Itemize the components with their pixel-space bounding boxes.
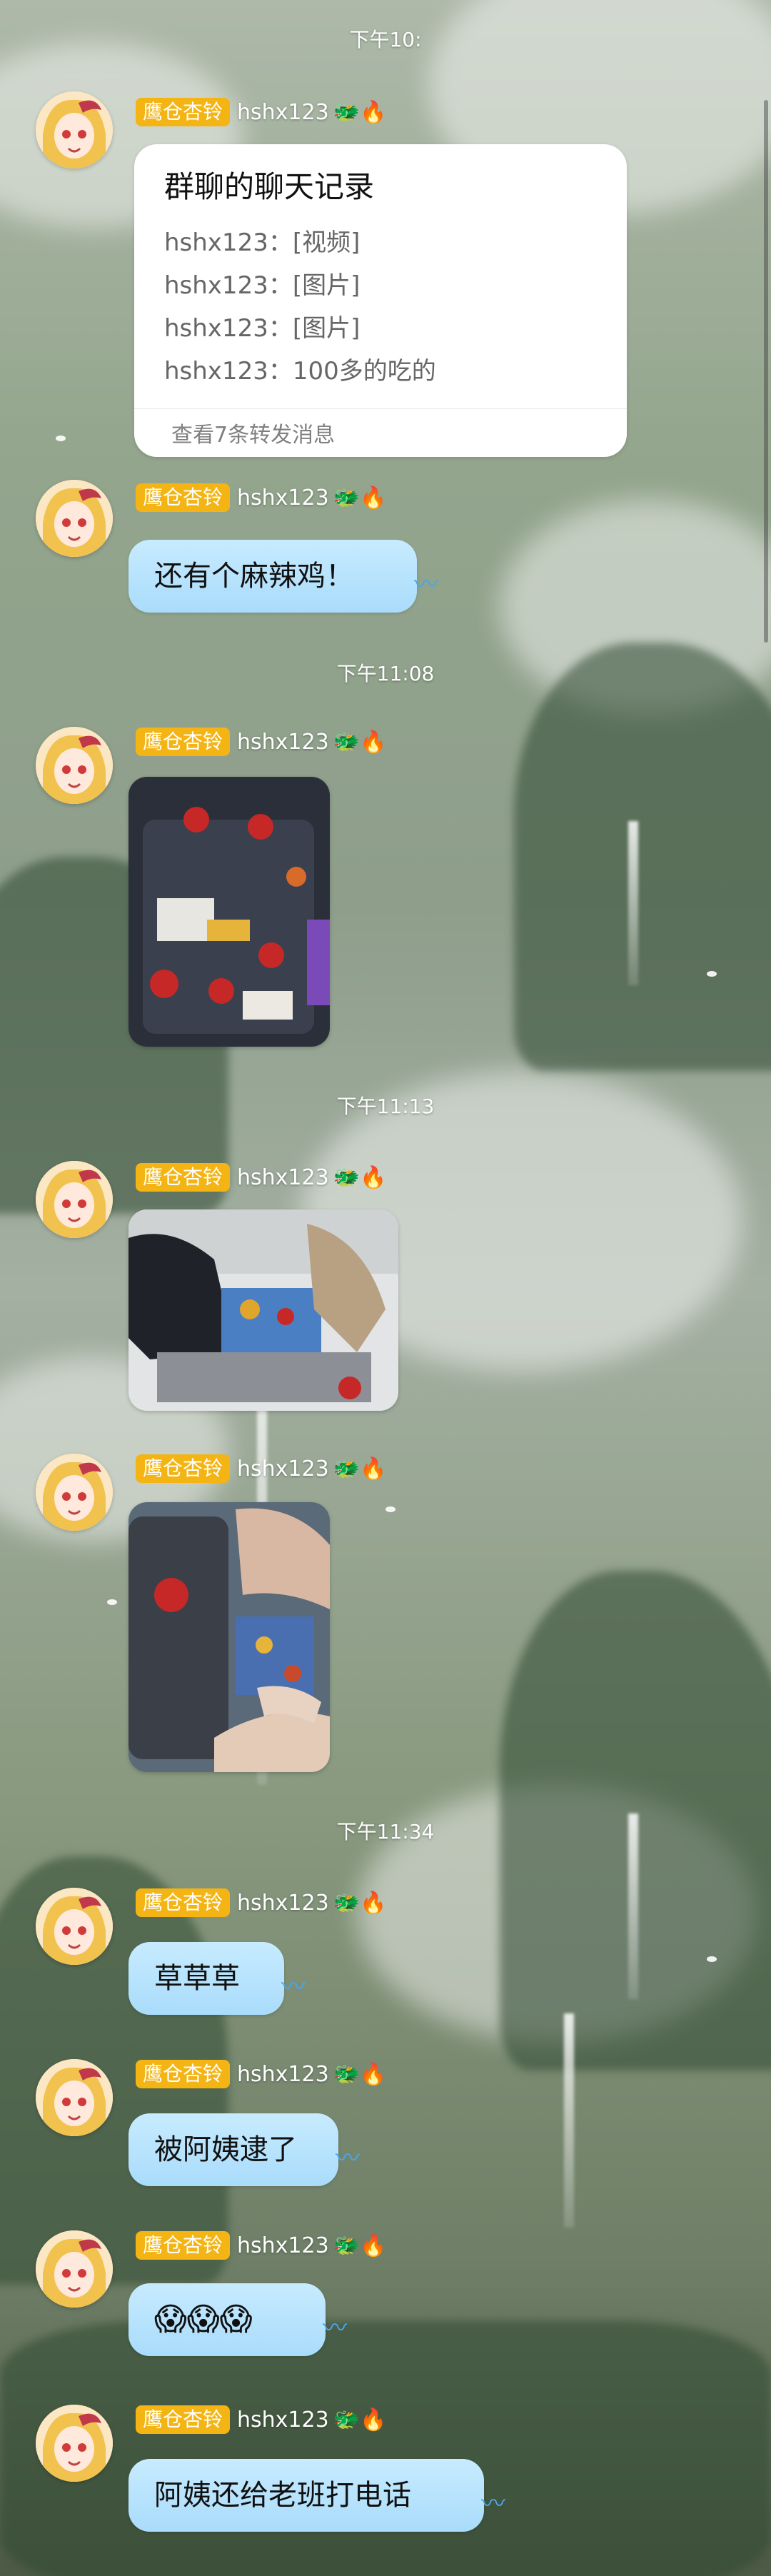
chat-message-list[interactable]: 下午10: 鹰仓杏铃 hshx123 🐲🔥 群聊的聊天记录 hshx123：[视… — [0, 0, 771, 2576]
sender-name: hshx123 — [237, 1456, 329, 1481]
image-icon — [128, 777, 330, 1047]
message-text: 还有个麻辣鸡！ — [154, 560, 354, 593]
forward-card-line: hshx123：[视频] — [164, 228, 361, 257]
avatar-image — [36, 1161, 113, 1238]
avatar-image — [36, 91, 113, 168]
sender-avatar[interactable] — [36, 1888, 113, 1965]
sender-avatar[interactable] — [36, 2059, 113, 2136]
sender-emoji-badges: 🐲🔥 — [333, 99, 387, 125]
wave-decoration-icon: 〰 — [414, 570, 438, 599]
sender-name: hshx123 — [237, 2233, 329, 2258]
message-timestamp: 下午11:13 — [336, 1095, 435, 1118]
sender-info: 鹰仓杏铃 hshx123 🐲🔥 — [136, 1454, 386, 1484]
image-icon — [128, 1209, 398, 1411]
message-text: 被阿姨逮了 — [154, 2133, 297, 2166]
sender-info: 鹰仓杏铃 hshx123 🐲🔥 — [136, 97, 386, 127]
sender-emoji-badges: 🐲🔥 — [333, 2061, 387, 2087]
sender-emoji-badges: 🐲🔥 — [333, 485, 387, 510]
group-title-tag: 鹰仓杏铃 — [136, 2231, 231, 2260]
chat-scrollbar[interactable] — [764, 100, 768, 643]
sender-avatar[interactable] — [36, 1161, 113, 1238]
message-bubble[interactable]: 😱😱😱 〰 — [128, 2283, 347, 2356]
forward-card-line: hshx123：[图片] — [164, 271, 361, 300]
sender-emoji-badges: 🐲🔥 — [333, 2407, 387, 2432]
forward-card-title: 群聊的聊天记录 — [164, 169, 375, 204]
forward-card-line: hshx123：[图片] — [164, 314, 361, 343]
avatar-image — [36, 480, 113, 557]
sender-name: hshx123 — [237, 2061, 329, 2087]
sender-emoji-badges: 🐲🔥 — [333, 1890, 387, 1916]
sender-name: hshx123 — [237, 729, 329, 755]
avatar-image — [36, 1454, 113, 1531]
view-forwarded-messages-link[interactable]: 查看7条转发消息 — [171, 417, 335, 448]
sender-name: hshx123 — [237, 485, 329, 510]
message-timestamp: 下午11:08 — [336, 662, 435, 685]
message-text: 草草草 — [154, 1962, 240, 1995]
sender-info: 鹰仓杏铃 hshx123 🐲🔥 — [136, 483, 386, 513]
group-title-tag: 鹰仓杏铃 — [136, 1454, 231, 1483]
message-text: 阿姨还给老班打电话 — [154, 2479, 411, 2512]
message-photo[interactable] — [128, 777, 330, 1047]
sender-info: 鹰仓杏铃 hshx123 🐲🔥 — [136, 2230, 386, 2260]
avatar-image — [36, 2230, 113, 2308]
sender-name: hshx123 — [237, 2407, 329, 2432]
sender-emoji-badges: 🐲🔥 — [333, 1456, 387, 1481]
message-bubble[interactable]: 还有个麻辣鸡！ 〰 — [128, 540, 438, 613]
sender-avatar[interactable] — [36, 727, 113, 804]
sender-avatar[interactable] — [36, 91, 113, 168]
forward-card-divider — [134, 408, 627, 409]
sender-avatar[interactable] — [36, 2230, 113, 2308]
sender-info: 鹰仓杏铃 hshx123 🐲🔥 — [136, 727, 386, 757]
sender-info: 鹰仓杏铃 hshx123 🐲🔥 — [136, 1888, 386, 1918]
sender-info: 鹰仓杏铃 hshx123 🐲🔥 — [136, 2059, 386, 2089]
wave-decoration-icon: 〰 — [281, 1973, 306, 2001]
avatar-image — [36, 727, 113, 804]
group-title-tag: 鹰仓杏铃 — [136, 2060, 231, 2088]
avatar-image — [36, 1888, 113, 1965]
message-bubble[interactable]: 被阿姨逮了 〰 — [128, 2113, 360, 2186]
sender-avatar[interactable] — [36, 2405, 113, 2482]
sender-name: hshx123 — [237, 1164, 329, 1190]
sender-name: hshx123 — [237, 1890, 329, 1916]
group-title-tag: 鹰仓杏铃 — [136, 98, 231, 126]
group-title-tag: 鹰仓杏铃 — [136, 1888, 231, 1917]
group-title-tag: 鹰仓杏铃 — [136, 2405, 231, 2434]
group-title-tag: 鹰仓杏铃 — [136, 483, 231, 512]
sender-emoji-badges: 🐲🔥 — [333, 729, 387, 755]
message-text: 😱😱😱 — [154, 2301, 253, 2338]
sender-info: 鹰仓杏铃 hshx123 🐲🔥 — [136, 1162, 386, 1192]
avatar-image — [36, 2059, 113, 2136]
sender-avatar[interactable] — [36, 480, 113, 557]
image-icon — [128, 1502, 330, 1772]
group-title-tag: 鹰仓杏铃 — [136, 1163, 231, 1192]
wave-decoration-icon: 〰 — [481, 2490, 505, 2518]
message-photo[interactable] — [128, 1209, 398, 1411]
wave-decoration-icon: 〰 — [336, 2144, 360, 2173]
sender-emoji-badges: 🐲🔥 — [333, 1164, 387, 1190]
message-bubble[interactable]: 阿姨还给老班打电话 〰 — [128, 2459, 505, 2532]
message-photo[interactable] — [128, 1502, 330, 1772]
message-bubble[interactable]: 草草草 〰 — [128, 1942, 306, 2015]
message-timestamp: 下午10: — [349, 28, 422, 51]
forwarded-chat-card[interactable]: 群聊的聊天记录 hshx123：[视频] hshx123：[图片] hshx12… — [134, 144, 627, 457]
sender-emoji-badges: 🐲🔥 — [333, 2233, 387, 2258]
wave-decoration-icon: 〰 — [323, 2314, 347, 2343]
sender-name: hshx123 — [237, 99, 329, 125]
sender-info: 鹰仓杏铃 hshx123 🐲🔥 — [136, 2405, 386, 2435]
group-title-tag: 鹰仓杏铃 — [136, 728, 231, 756]
forward-card-line: hshx123：100多的吃的 — [164, 357, 436, 386]
sender-avatar[interactable] — [36, 1454, 113, 1531]
avatar-image — [36, 2405, 113, 2482]
message-timestamp: 下午11:34 — [336, 1820, 435, 1843]
